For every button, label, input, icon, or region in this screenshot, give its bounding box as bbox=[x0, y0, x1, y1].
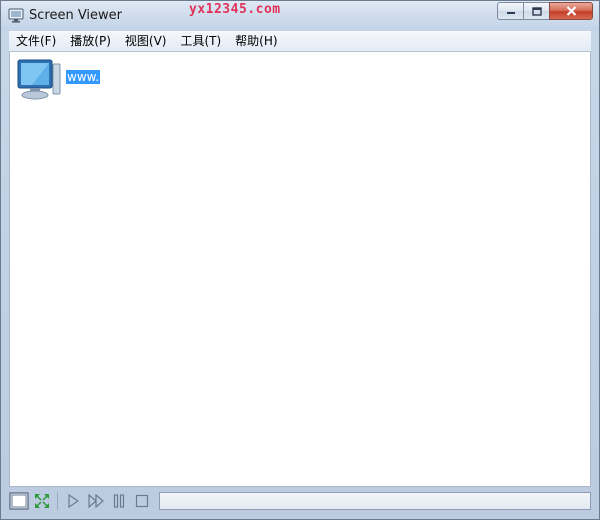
play-button[interactable] bbox=[63, 491, 83, 511]
list-item[interactable]: www. bbox=[14, 58, 101, 102]
minimize-icon bbox=[506, 12, 515, 14]
stop-button[interactable] bbox=[132, 491, 152, 511]
fullscreen-icon bbox=[35, 494, 49, 508]
stop-icon bbox=[135, 494, 149, 508]
fast-forward-button[interactable] bbox=[86, 491, 106, 511]
pause-button[interactable] bbox=[109, 491, 129, 511]
fullscreen-button[interactable] bbox=[32, 491, 52, 511]
menu-view[interactable]: 视图(V) bbox=[118, 31, 174, 51]
close-icon bbox=[566, 6, 576, 16]
app-window: Screen Viewer yx12345.com 文件(F) 播放(P) 视图… bbox=[0, 0, 600, 520]
item-label[interactable]: www. bbox=[66, 70, 101, 84]
close-button[interactable] bbox=[549, 2, 593, 20]
maximize-icon bbox=[531, 6, 542, 16]
window-controls bbox=[497, 2, 593, 22]
window-view-button[interactable] bbox=[9, 491, 29, 511]
play-icon bbox=[68, 494, 79, 508]
menu-tools[interactable]: 工具(T) bbox=[173, 31, 228, 51]
computer-icon bbox=[17, 59, 61, 100]
toolbar-separator bbox=[57, 492, 58, 510]
content-area[interactable]: www. bbox=[9, 52, 591, 487]
fast-forward-icon bbox=[88, 494, 104, 508]
menu-help[interactable]: 帮助(H) bbox=[228, 31, 284, 51]
menu-bar: 文件(F) 播放(P) 视图(V) 工具(T) 帮助(H) bbox=[9, 31, 591, 52]
app-monitor-icon bbox=[8, 8, 24, 23]
pause-icon bbox=[113, 494, 125, 508]
maximize-button[interactable] bbox=[523, 2, 549, 20]
window-view-icon bbox=[9, 492, 29, 510]
title-bar[interactable]: Screen Viewer yx12345.com bbox=[1, 1, 599, 31]
minimize-button[interactable] bbox=[497, 2, 523, 20]
window-title: Screen Viewer bbox=[29, 8, 123, 23]
menu-play[interactable]: 播放(P) bbox=[63, 31, 118, 51]
playback-toolbar bbox=[9, 489, 591, 513]
watermark-text: yx12345.com bbox=[189, 2, 281, 17]
progress-bar[interactable] bbox=[159, 492, 591, 510]
menu-file[interactable]: 文件(F) bbox=[9, 31, 63, 51]
